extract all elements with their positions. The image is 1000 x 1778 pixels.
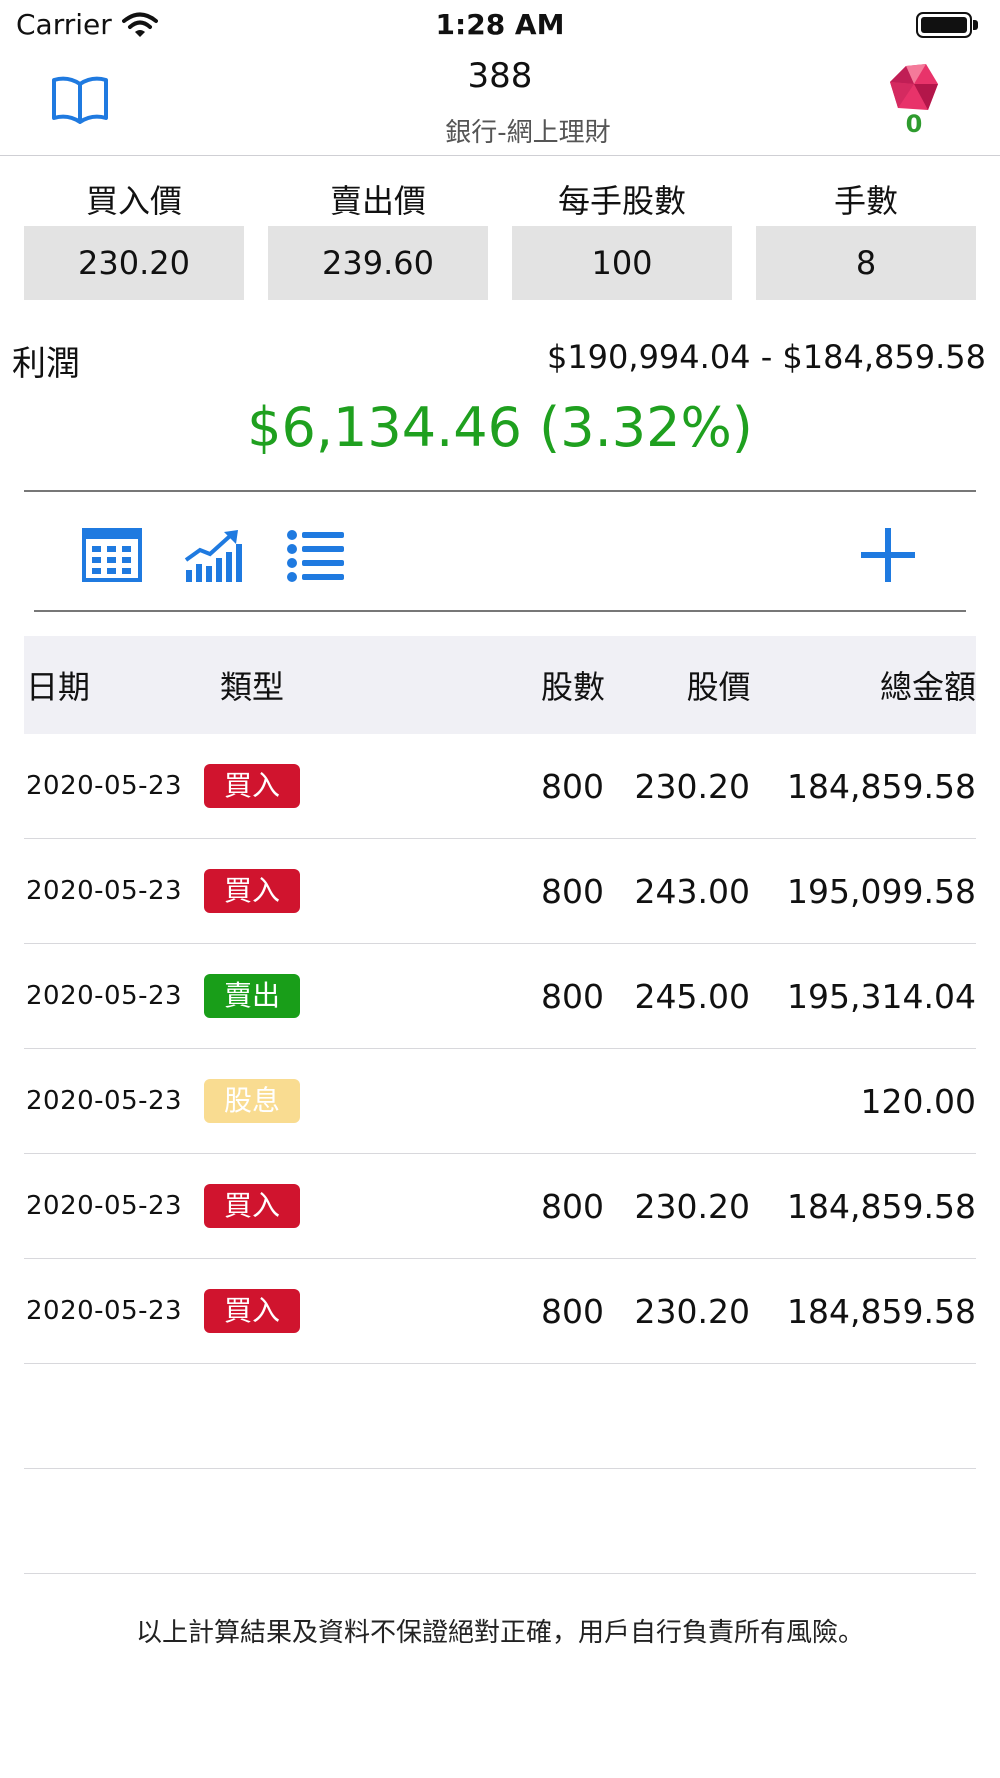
chart-icon[interactable] [182, 526, 246, 584]
buy-price-input[interactable]: 230.20 [24, 226, 244, 300]
header-type: 類型 [220, 668, 285, 706]
type-badge: 股息 [204, 1079, 300, 1123]
header-total: 總金額 [879, 668, 976, 706]
divider [24, 490, 976, 492]
row-shares: 800 [541, 1186, 604, 1226]
row-price: 230.20 [634, 766, 750, 806]
empty-row [24, 1364, 976, 1469]
profit-value: $6,134.46 (3.32%) [247, 396, 753, 459]
list-icon[interactable] [284, 526, 348, 584]
table-header: 日期 類型 股數 股價 總金額 [24, 636, 976, 734]
type-badge: 買入 [204, 869, 300, 913]
page-title: 388 [467, 56, 533, 96]
row-price: 243.00 [634, 871, 750, 911]
type-badge: 買入 [204, 1184, 300, 1228]
lot-size-label: 每手股數 [557, 182, 686, 220]
lot-size-input[interactable]: 100 [512, 226, 732, 300]
disclaimer-text: 以上計算結果及資料不保證絕對正確，用戶自行負責所有風險。 [135, 1618, 864, 1648]
table-row[interactable]: 2020-05-23 股息 120.00 [24, 1049, 976, 1154]
gem-count: 0 [905, 110, 923, 138]
row-total: 184,859.58 [787, 766, 976, 806]
plus-icon[interactable] [856, 526, 920, 584]
sell-price-input[interactable]: 239.60 [268, 226, 488, 300]
table-icon[interactable] [80, 526, 144, 584]
lots-label: 手數 [833, 182, 898, 220]
battery-cap [973, 20, 978, 30]
buy-price-field: 買入價 230.20 [24, 176, 244, 300]
header-price: 股價 [686, 668, 751, 706]
divider [34, 610, 966, 612]
type-badge: 賣出 [204, 974, 300, 1018]
row-total: 120.00 [860, 1081, 976, 1121]
lots-input[interactable]: 8 [756, 226, 976, 300]
row-total: 184,859.58 [787, 1291, 976, 1331]
row-price: 230.20 [634, 1186, 750, 1226]
table-row[interactable]: 2020-05-23 買入 800 230.20 184,859.58 [24, 734, 976, 839]
sell-price-label: 賣出價 [329, 182, 426, 220]
row-date: 2020-05-23 [26, 981, 183, 1011]
row-shares: 800 [541, 976, 604, 1016]
row-shares: 800 [541, 1291, 604, 1331]
profit-label: 利潤 [12, 344, 80, 384]
row-total: 195,099.58 [787, 871, 976, 911]
header-shares: 股數 [540, 668, 605, 706]
profit-range: $190,994.04 - $184,859.58 [546, 338, 986, 376]
table-row[interactable]: 2020-05-23 買入 800 230.20 184,859.58 [24, 1154, 976, 1259]
transactions-table: 日期 類型 股數 股價 總金額 2020-05-23 買入 800 230.20… [24, 636, 976, 1574]
status-bar: Carrier 1:28 AM [0, 0, 1000, 52]
status-time: 1:28 AM [435, 8, 565, 41]
row-total: 195,314.04 [787, 976, 976, 1016]
table-row[interactable]: 2020-05-23 買入 800 243.00 195,099.58 [24, 839, 976, 944]
battery-icon [916, 12, 972, 38]
row-date: 2020-05-23 [26, 1296, 183, 1326]
row-price: 245.00 [634, 976, 750, 1016]
row-shares: 800 [541, 871, 604, 911]
row-date: 2020-05-23 [26, 771, 183, 801]
table-row[interactable]: 2020-05-23 買入 800 230.20 184,859.58 [24, 1259, 976, 1364]
row-date: 2020-05-23 [26, 1086, 183, 1116]
row-total: 184,859.58 [787, 1186, 976, 1226]
row-date: 2020-05-23 [26, 876, 183, 906]
row-price: 230.20 [634, 1291, 750, 1331]
buy-price-label: 買入價 [85, 182, 182, 220]
page-subtitle: 銀行-網上理財 [445, 118, 611, 148]
type-badge: 買入 [204, 1289, 300, 1333]
table-row[interactable]: 2020-05-23 賣出 800 245.00 195,314.04 [24, 944, 976, 1049]
row-shares: 800 [541, 766, 604, 806]
type-badge: 買入 [204, 764, 300, 808]
sell-price-field: 賣出價 239.60 [268, 176, 488, 300]
lot-size-field: 每手股數 100 [512, 176, 732, 300]
navigation-bar: 388 銀行-網上理財 0 [0, 52, 1000, 156]
row-date: 2020-05-23 [26, 1191, 183, 1221]
toolbar [0, 516, 1000, 592]
empty-row [24, 1469, 976, 1574]
lots-field: 手數 8 [756, 176, 976, 300]
trade-parameters: 買入價 230.20 賣出價 239.60 每手股數 100 手數 8 [24, 176, 976, 300]
